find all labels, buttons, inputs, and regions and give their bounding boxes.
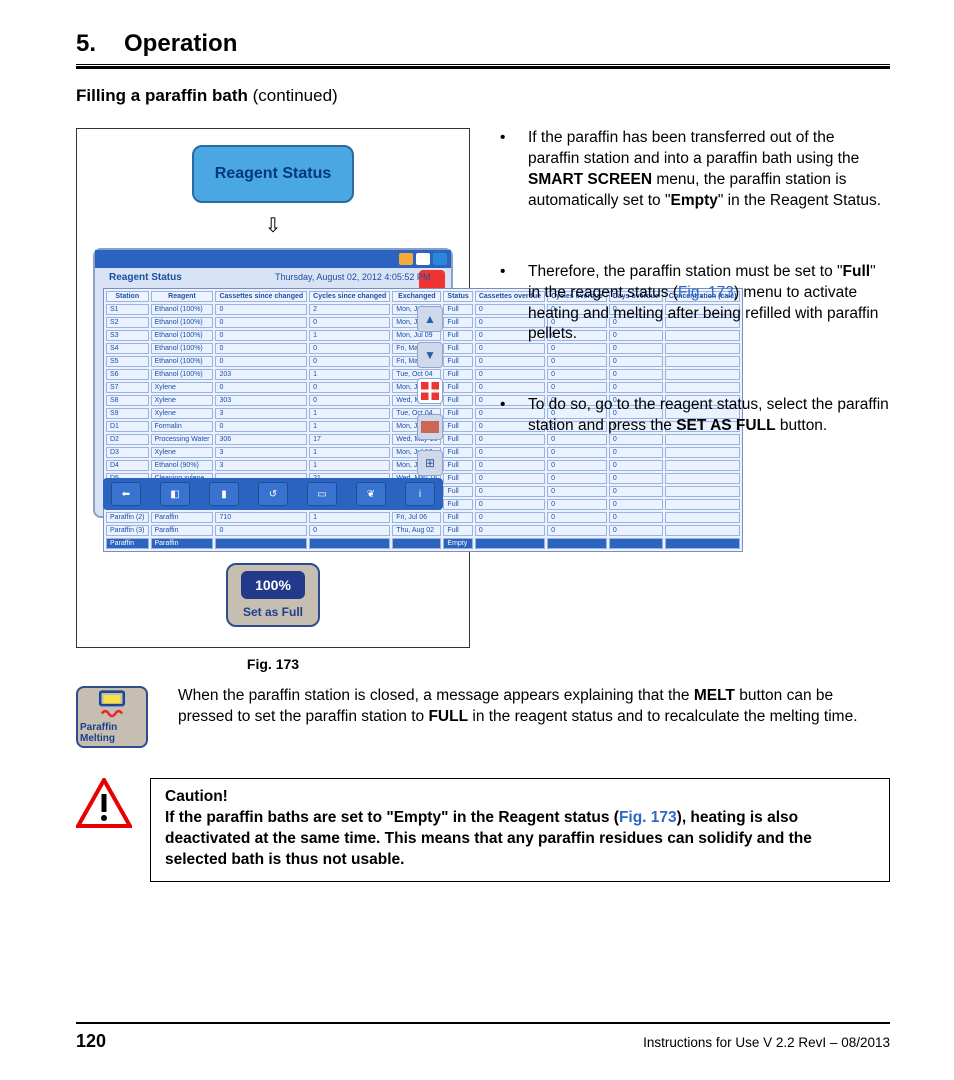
set-as-full-button[interactable]: 100% Set as Full <box>226 563 320 627</box>
set-as-full-label: Set as Full <box>243 605 303 619</box>
bottle-button[interactable]: ▮ <box>209 482 239 506</box>
scroll-down-button[interactable]: ▼ <box>417 342 443 368</box>
panel-datetime: Thursday, August 02, 2012 4:05:52 PM <box>275 272 430 282</box>
doc-version-line: Instructions for Use V 2.2 RevI – 08/201… <box>643 1035 890 1050</box>
set-as-full-pct: 100% <box>255 577 291 593</box>
panel-title: Reagent Status <box>109 272 182 283</box>
reagents-button[interactable] <box>417 378 443 404</box>
reset-data-button[interactable]: ↺ <box>258 482 288 506</box>
bullet-1: If the paraffin has been transferred out… <box>500 128 890 212</box>
titlebar-icon <box>416 253 430 265</box>
caution-box: Caution! If the paraffin baths are set t… <box>150 778 890 882</box>
subhead-continued: (continued) <box>248 86 338 105</box>
reagent-status-button[interactable]: Reagent Status <box>192 145 354 203</box>
bullet-3: To do so, go to the reagent status, sele… <box>500 395 890 437</box>
scroll-up-button[interactable]: ▲ <box>417 306 443 332</box>
paraffin-melting-icon: Paraffin Melting <box>76 686 148 748</box>
back-button[interactable]: ⬅ <box>111 482 141 506</box>
info-button[interactable]: i <box>405 482 435 506</box>
section-number: 5. <box>76 30 96 58</box>
titlebar-icon <box>433 253 447 265</box>
figure-caption: Fig. 173 <box>76 656 470 672</box>
table-row[interactable]: Paraffin (2)Paraffin7101Fri, Jul 06Full0… <box>106 512 740 523</box>
figure-box: Reagent Status ⇩ Reagent Status Thursday… <box>76 128 470 648</box>
reagent-status-button-label: Reagent Status <box>215 165 331 183</box>
section-title: Operation <box>124 30 237 58</box>
fig-ref-link[interactable]: Fig. 173 <box>619 809 677 826</box>
subhead-title: Filling a paraffin bath <box>76 86 248 105</box>
stations-button[interactable] <box>417 414 443 440</box>
warning-triangle-icon <box>76 778 132 833</box>
fig-ref-link[interactable]: Fig. 173 <box>678 284 734 301</box>
grid-button[interactable]: ⊞ <box>417 450 443 476</box>
melt-paragraph: When the paraffin station is closed, a m… <box>178 686 890 728</box>
group-button[interactable]: ▭ <box>307 482 337 506</box>
titlebar-icon <box>399 253 413 265</box>
apple-icon-button[interactable]: ❦ <box>356 482 386 506</box>
down-arrow-icon: ⇩ <box>265 213 282 238</box>
bullet-2: Therefore, the paraffin station must be … <box>500 262 890 346</box>
page-number: 120 <box>76 1031 106 1052</box>
set-as-empty-button[interactable]: ◧ <box>160 482 190 506</box>
table-row[interactable]: Paraffin (3)Paraffin00Thu, Aug 02Full000 <box>106 525 740 536</box>
reagent-status-screenshot: Reagent Status Thursday, August 02, 2012… <box>93 248 453 518</box>
